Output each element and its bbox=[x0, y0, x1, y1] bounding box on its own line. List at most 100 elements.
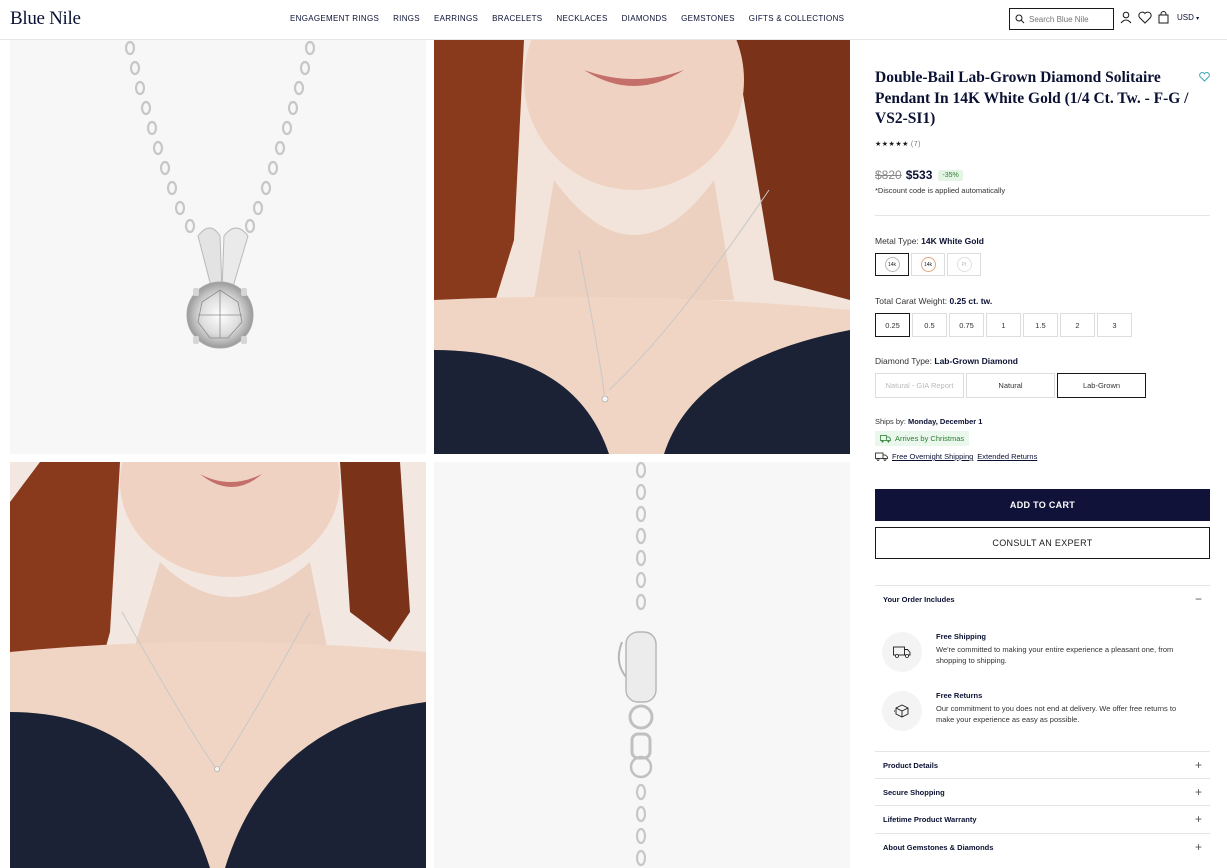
product-title: Double-Bail Lab-Grown Diamond Solitaire … bbox=[875, 69, 1189, 127]
original-price: $820 bbox=[875, 168, 902, 182]
metal-type-value: 14K White Gold bbox=[921, 236, 984, 246]
metal-swatch: 14k bbox=[920, 257, 936, 272]
carat-option[interactable]: 3 bbox=[1097, 313, 1132, 337]
diamond-option-lab-grown[interactable]: Lab-Grown bbox=[1057, 373, 1146, 398]
favorite-heart-icon[interactable] bbox=[1199, 72, 1210, 82]
divider bbox=[875, 215, 1210, 216]
discount-note: *Discount code is applied automatically bbox=[875, 186, 1006, 195]
ships-by-label: Ships by: bbox=[875, 417, 906, 426]
christmas-text: Arrives by Christmas bbox=[895, 434, 965, 443]
accordion-title: Product Details bbox=[883, 760, 939, 770]
carat-label-text: Total Carat Weight: bbox=[875, 296, 948, 306]
product-image-clasp[interactable] bbox=[434, 462, 850, 868]
accordion-product-details[interactable]: Product Details + bbox=[875, 751, 1210, 778]
search-icon bbox=[1015, 14, 1025, 24]
clasp-illustration bbox=[617, 462, 657, 867]
accordion-gemstones-diamonds[interactable]: About Gemstones & Diamonds + bbox=[875, 833, 1210, 860]
feature-title: Free Shipping bbox=[936, 632, 987, 641]
diamond-option-natural[interactable]: Natural bbox=[966, 373, 1055, 398]
ships-by: Ships by: Monday, December 1 bbox=[875, 417, 982, 426]
diamond-type-selector: Natural - GIA Report Natural Lab-Grown bbox=[875, 373, 1146, 398]
currency-selector[interactable]: USD ▾ bbox=[1177, 13, 1199, 22]
metal-type-label-text: Metal Type: bbox=[875, 236, 919, 246]
accordion-order-includes[interactable]: Your Order Includes − bbox=[875, 585, 1210, 612]
feature-title: Free Returns bbox=[936, 691, 983, 700]
metal-option-rose-gold[interactable]: 14k bbox=[911, 253, 945, 276]
nav-gifts-collections[interactable]: GIFTS & COLLECTIONS bbox=[749, 14, 845, 23]
feature-desc: Our commitment to you does not end at de… bbox=[936, 704, 1177, 724]
sale-price: $533 bbox=[905, 168, 933, 182]
carat-option[interactable]: 0.75 bbox=[949, 313, 984, 337]
shopping-bag-icon[interactable] bbox=[1158, 11, 1169, 24]
chevron-down-icon: ▾ bbox=[1196, 16, 1200, 22]
extended-returns-link[interactable]: Extended Returns bbox=[977, 452, 1037, 461]
carat-weight-label: Total Carat Weight: 0.25 ct. tw. bbox=[875, 296, 992, 306]
feature-free-shipping: Free Shipping We're committed to making … bbox=[882, 632, 1202, 672]
diamond-option-natural-gia[interactable]: Natural - GIA Report bbox=[875, 373, 964, 398]
ships-by-date: Monday, December 1 bbox=[907, 417, 983, 426]
model-wide-illustration bbox=[10, 462, 426, 868]
carat-option[interactable]: 1 bbox=[986, 313, 1021, 337]
plus-icon: + bbox=[1194, 785, 1202, 799]
carat-selector: 0.25 0.5 0.75 1 1.5 2 3 bbox=[875, 313, 1132, 337]
carat-option[interactable]: 1.5 bbox=[1023, 313, 1058, 337]
carat-value: 0.25 ct. tw. bbox=[949, 296, 993, 306]
metal-swatch: 14k bbox=[884, 257, 900, 272]
consult-expert-button[interactable]: CONSULT AN EXPERT bbox=[875, 527, 1210, 559]
return-box-icon bbox=[882, 691, 922, 731]
feature-free-returns: Free Returns Our commitment to you does … bbox=[882, 691, 1202, 731]
accordion-secure-shopping[interactable]: Secure Shopping + bbox=[875, 778, 1210, 805]
header-icons: USD ▾ bbox=[1120, 11, 1199, 24]
discount-badge: -35% bbox=[938, 169, 963, 181]
logo[interactable]: Blue Nile bbox=[10, 8, 81, 30]
search-box[interactable] bbox=[1009, 8, 1114, 30]
main-nav: ENGAGEMENT RINGS RINGS EARRINGS BRACELET… bbox=[290, 14, 844, 23]
product-image-model-closeup[interactable] bbox=[434, 40, 850, 454]
product-image-model-wide[interactable] bbox=[10, 462, 426, 868]
carat-option[interactable]: 0.5 bbox=[912, 313, 947, 337]
diamond-type-label: Diamond Type: Lab-Grown Diamond bbox=[875, 356, 1018, 366]
metal-option-white-gold[interactable]: 14k bbox=[875, 253, 909, 276]
carat-option[interactable]: 2 bbox=[1060, 313, 1095, 337]
product-image-pendant[interactable] bbox=[10, 40, 426, 454]
plus-icon: + bbox=[1194, 812, 1202, 826]
diamond-value: Lab-Grown Diamond bbox=[934, 356, 1018, 366]
nav-earrings[interactable]: EARRINGS bbox=[434, 14, 478, 23]
truck-icon bbox=[875, 452, 888, 461]
rating-summary[interactable]: ★★★★★ (7) bbox=[875, 140, 921, 148]
nav-diamonds[interactable]: DIAMONDS bbox=[622, 14, 668, 23]
metal-selector: 14k 14k Pt bbox=[875, 253, 981, 276]
search-input[interactable] bbox=[1029, 14, 1109, 24]
carat-option[interactable]: 0.25 bbox=[875, 313, 910, 337]
accordion-title: Lifetime Product Warranty bbox=[883, 814, 977, 824]
site-header: Blue Nile ENGAGEMENT RINGS RINGS EARRING… bbox=[0, 0, 1227, 40]
price-row: $820 $533 -35% bbox=[875, 168, 963, 182]
christmas-badge: Arrives by Christmas bbox=[875, 431, 970, 446]
nav-engagement-rings[interactable]: ENGAGEMENT RINGS bbox=[290, 14, 379, 23]
metal-option-platinum[interactable]: Pt bbox=[947, 253, 981, 276]
accordion-title: About Gemstones & Diamonds bbox=[883, 842, 994, 852]
rating-stars: ★★★★★ bbox=[875, 141, 909, 148]
minus-icon: − bbox=[1194, 592, 1202, 606]
plus-icon: + bbox=[1194, 758, 1202, 772]
nav-necklaces[interactable]: NECKLACES bbox=[556, 14, 607, 23]
shipping-links: Free Overnight Shipping Extended Returns bbox=[875, 452, 1037, 461]
plus-icon: + bbox=[1194, 840, 1202, 854]
feature-desc: We're committed to making your entire ex… bbox=[936, 645, 1174, 665]
diamond-label-text: Diamond Type: bbox=[875, 356, 933, 366]
review-count: (7) bbox=[910, 141, 921, 148]
nav-rings[interactable]: RINGS bbox=[393, 14, 420, 23]
nav-gemstones[interactable]: GEMSTONES bbox=[681, 14, 735, 23]
accordion-title: Your Order Includes bbox=[883, 594, 955, 604]
add-to-cart-button[interactable]: ADD TO CART bbox=[875, 489, 1210, 521]
metal-swatch: Pt bbox=[956, 257, 972, 272]
accordion-lifetime-warranty[interactable]: Lifetime Product Warranty + bbox=[875, 805, 1210, 832]
account-icon[interactable] bbox=[1120, 11, 1132, 24]
wishlist-heart-icon[interactable] bbox=[1138, 11, 1152, 24]
metal-type-label: Metal Type: 14K White Gold bbox=[875, 236, 984, 246]
gift-truck-icon bbox=[880, 435, 891, 443]
nav-bracelets[interactable]: BRACELETS bbox=[492, 14, 542, 23]
currency-label: USD bbox=[1177, 13, 1194, 22]
model-illustration bbox=[434, 40, 850, 454]
free-overnight-shipping-link[interactable]: Free Overnight Shipping bbox=[892, 452, 973, 461]
